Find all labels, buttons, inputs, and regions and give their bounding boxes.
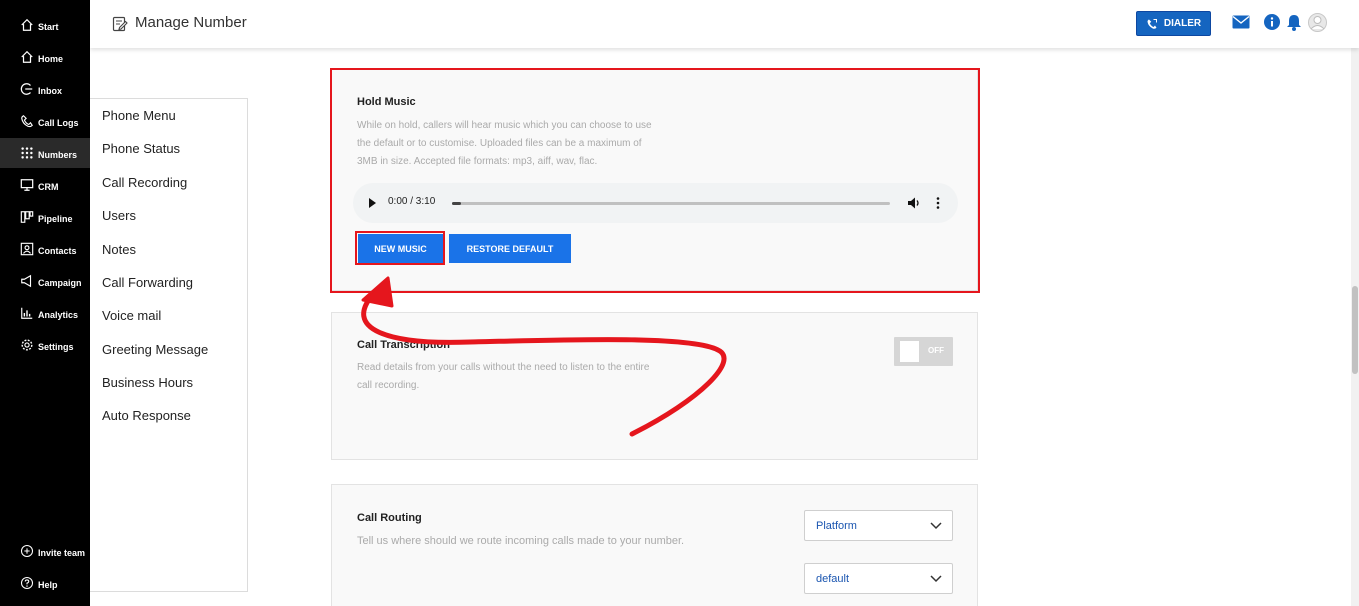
nav-item-contacts[interactable]: Contacts [0, 234, 90, 264]
routing-select-value: Platform [816, 520, 857, 532]
nav-label: Inbox [38, 86, 62, 96]
nav-item-crm[interactable]: CRM [0, 170, 90, 200]
scrollbar-thumb[interactable] [1352, 286, 1358, 374]
dialer-button[interactable]: DIALER [1136, 11, 1211, 36]
contacts-icon [19, 242, 34, 257]
call-routing-title: Call Routing [357, 512, 422, 524]
monitor-icon [19, 178, 34, 193]
nav-item-pipeline[interactable]: Pipeline [0, 202, 90, 232]
nav-item-home[interactable]: Home [0, 42, 90, 72]
nav-label: Invite team [38, 548, 86, 558]
megaphone-icon [19, 274, 34, 289]
number-settings-menu: Phone Menu Phone Status Call Recording U… [90, 98, 248, 592]
plus-circle-icon [19, 544, 34, 559]
menu-item-business-hours[interactable]: Business Hours [102, 375, 193, 390]
call-routing-description: Tell us where should we route incoming c… [357, 535, 685, 547]
gear-icon [19, 338, 34, 353]
nav-item-help[interactable]: Help [0, 568, 90, 598]
inbox-icon [19, 82, 34, 97]
top-header: Manage Number DIALER [90, 0, 1359, 48]
routing-target-select[interactable]: default [804, 563, 953, 594]
chart-icon [19, 306, 34, 321]
nav-label: Start [38, 22, 59, 32]
nav-item-call-logs[interactable]: Call Logs [0, 106, 90, 136]
routing-target-value: default [816, 573, 850, 585]
menu-item-users[interactable]: Users [102, 208, 136, 223]
nav-item-analytics[interactable]: Analytics [0, 298, 90, 328]
keypad-icon [19, 146, 34, 161]
avatar-icon[interactable] [1308, 13, 1327, 32]
description-line: call recording. [357, 380, 420, 391]
toggle-label: OFF [928, 346, 944, 355]
page-scrollbar[interactable] [1351, 48, 1359, 606]
nav-label: Numbers [38, 150, 78, 160]
nav-label: Help [38, 580, 58, 590]
phone-icon [1147, 18, 1157, 29]
mail-icon[interactable] [1232, 15, 1250, 29]
nav-label: Analytics [38, 310, 79, 320]
page-title: Manage Number [135, 14, 247, 31]
nav-label: Contacts [38, 246, 77, 256]
nav-label: Settings [38, 342, 74, 352]
pipeline-icon [19, 210, 34, 225]
phone-icon [19, 114, 34, 129]
nav-item-start[interactable]: Start [0, 10, 90, 40]
nav-item-settings[interactable]: Settings [0, 330, 90, 360]
transcription-toggle[interactable]: OFF [894, 337, 953, 366]
menu-item-phone-status[interactable]: Phone Status [102, 141, 180, 156]
home-outline-icon [19, 18, 34, 33]
dialer-label: DIALER [1163, 18, 1202, 29]
nav-item-numbers[interactable]: Numbers [0, 138, 90, 168]
menu-item-call-recording[interactable]: Call Recording [102, 175, 187, 190]
bell-icon[interactable] [1286, 14, 1302, 31]
nav-item-inbox[interactable]: Inbox [0, 74, 90, 104]
home-icon [19, 50, 34, 65]
left-navigation: Start Home Inbox Call Logs Numbers CRM P… [0, 0, 90, 606]
nav-item-invite-team[interactable]: Invite team [0, 536, 90, 566]
menu-item-auto-response[interactable]: Auto Response [102, 408, 191, 423]
help-icon [19, 576, 34, 591]
nav-label: Pipeline [38, 214, 73, 224]
routing-select[interactable]: Platform [804, 510, 953, 541]
menu-item-greeting-message[interactable]: Greeting Message [102, 342, 208, 357]
nav-label: CRM [38, 182, 59, 192]
menu-item-call-forwarding[interactable]: Call Forwarding [102, 275, 193, 290]
call-transcription-card: Call Transcription Read details from you… [331, 312, 978, 460]
nav-label: Call Logs [38, 118, 79, 128]
toggle-knob [900, 341, 919, 362]
edit-document-icon [112, 16, 128, 32]
chevron-down-icon [930, 575, 942, 583]
new-music-highlight [355, 231, 445, 265]
menu-item-voice-mail[interactable]: Voice mail [102, 308, 161, 323]
chevron-down-icon [930, 522, 942, 530]
call-transcription-description: Read details from your calls without the… [357, 359, 649, 395]
nav-label: Home [38, 54, 64, 64]
menu-item-notes[interactable]: Notes [102, 242, 136, 257]
nav-item-campaign[interactable]: Campaign [0, 266, 90, 296]
menu-item-phone-menu[interactable]: Phone Menu [102, 108, 176, 123]
call-transcription-title: Call Transcription [357, 339, 450, 351]
nav-label: Campaign [38, 278, 82, 288]
info-icon[interactable] [1264, 14, 1280, 30]
description-line: Read details from your calls without the… [357, 362, 650, 373]
call-routing-card: Call Routing Tell us where should we rou… [331, 484, 978, 606]
